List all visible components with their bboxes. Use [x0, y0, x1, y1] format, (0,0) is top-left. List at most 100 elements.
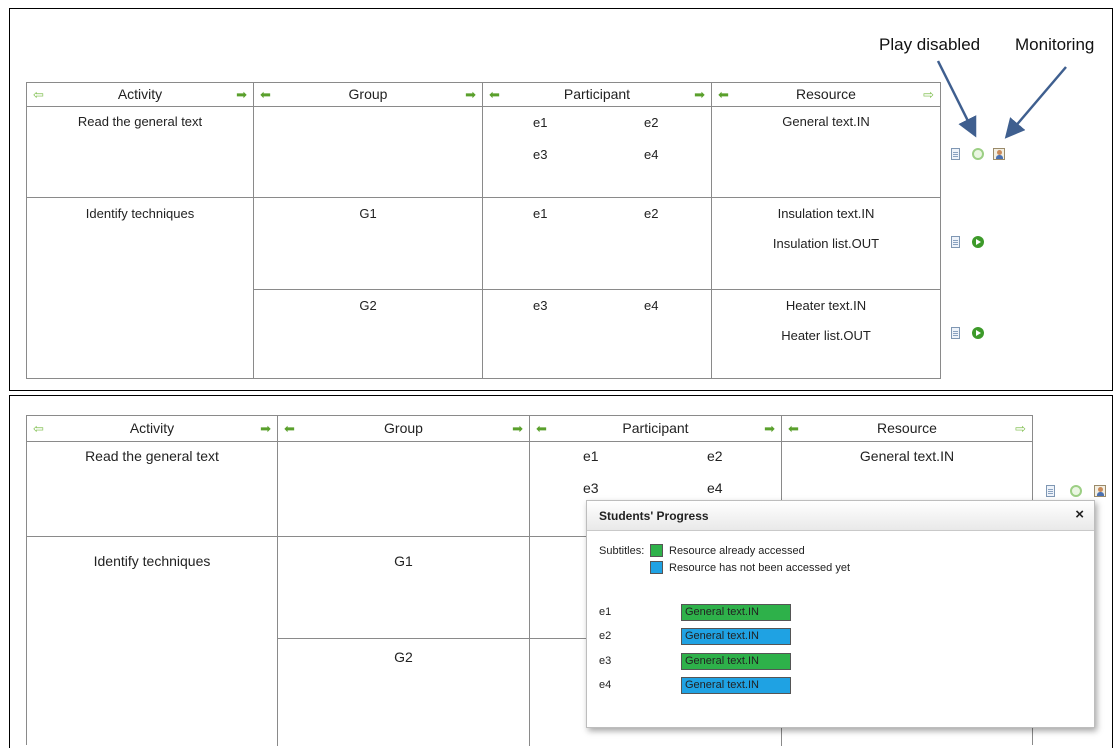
play-disabled-icon: [972, 148, 984, 160]
arrow-left-icon[interactable]: ⬅: [489, 83, 500, 106]
resource-name: Heater text.IN: [785, 298, 867, 313]
student-name: e2: [599, 630, 612, 642]
resource-status-bar[interactable]: General text.IN: [681, 677, 791, 694]
student-name: e1: [599, 606, 612, 618]
group-cell[interactable]: [254, 107, 483, 198]
header-activity: ⇦ Activity ➡: [27, 416, 278, 442]
participant-name: e3: [583, 480, 599, 496]
arrow-left-icon[interactable]: ⬅: [788, 416, 799, 441]
arrow-left-icon[interactable]: ⬅: [536, 416, 547, 441]
participant-name: e1: [533, 206, 548, 221]
arrow-right-icon[interactable]: ⇨: [923, 83, 934, 106]
monitoring-icon[interactable]: [1094, 485, 1106, 497]
arrow-right-icon[interactable]: ⇨: [1015, 416, 1026, 441]
group-cell[interactable]: G1: [254, 198, 483, 290]
header-resource: ⬅ Resource ⇨: [782, 416, 1032, 442]
header-group-label: Group: [384, 420, 423, 436]
arrow-right-icon[interactable]: ➡: [694, 83, 705, 106]
play-icon[interactable]: [972, 236, 984, 248]
participant-name: e2: [707, 448, 723, 464]
arrow-left-icon[interactable]: ⬅: [284, 416, 295, 441]
group-name: G1: [394, 553, 413, 569]
header-resource: ⬅ Resource ⇨: [712, 83, 940, 107]
play-icon[interactable]: [972, 327, 984, 339]
activity-cell[interactable]: Identify techniques: [27, 537, 278, 746]
resource-status-bar[interactable]: General text.IN: [681, 628, 791, 645]
top-activity-table: ⇦ Activity ➡ ⬅ Group ➡ ⬅ Participant ➡ ⬅…: [26, 82, 941, 379]
participant-name: e4: [644, 298, 659, 313]
legend-accessed-label: Resource already accessed: [669, 545, 805, 557]
group-cell[interactable]: G2: [278, 639, 530, 746]
resource-name: Insulation list.OUT: [772, 236, 880, 251]
arrow-right-icon[interactable]: ➡: [260, 416, 271, 441]
participant-name: e1: [533, 115, 548, 130]
document-icon[interactable]: [951, 236, 960, 248]
dialog-header: Students' Progress ×: [587, 501, 1094, 531]
activity-name: Identify techniques: [85, 206, 195, 221]
arrow-left-icon[interactable]: ⇦: [33, 416, 44, 441]
legend-label: Subtitles:: [599, 545, 645, 557]
resource-name: Heater list.OUT: [781, 328, 871, 343]
participant-cell[interactable]: e1 e2 e3 e4: [483, 107, 712, 198]
resource-status-bar[interactable]: General text.IN: [681, 604, 791, 621]
participant-name: e3: [533, 298, 548, 313]
resource-name: General text.IN: [859, 448, 955, 464]
group-name: G2: [394, 649, 413, 665]
arrow-left-icon[interactable]: ⇦: [33, 83, 44, 106]
participant-cell[interactable]: e1 e2: [483, 198, 712, 290]
legend-not-accessed-label: Resource has not been accessed yet: [669, 562, 851, 574]
group-cell[interactable]: G1: [278, 537, 530, 639]
dialog-title: Students' Progress: [599, 509, 709, 523]
arrow-right-icon[interactable]: ➡: [512, 416, 523, 441]
group-name: G1: [359, 206, 377, 221]
resource-name: General text.IN: [782, 114, 870, 129]
participant-name: e3: [533, 147, 548, 162]
resource-name: Insulation text.IN: [777, 206, 875, 221]
header-activity-label: Activity: [129, 420, 175, 436]
activity-cell[interactable]: Identify techniques: [27, 198, 254, 378]
arrow-right-icon[interactable]: ➡: [236, 83, 247, 106]
activity-name: Read the general text: [77, 114, 203, 129]
activity-cell[interactable]: Read the general text: [27, 442, 278, 537]
activity-name: Identify techniques: [93, 553, 211, 569]
legend-accessed-swatch: [650, 544, 663, 557]
header-resource-label: Resource: [877, 420, 937, 436]
header-participant-label: Participant: [563, 86, 631, 102]
bottom-panel: ⇦ Activity ➡ ⬅ Group ➡ ⬅ Participant ➡ ⬅…: [9, 395, 1113, 748]
participant-name: e1: [583, 448, 599, 464]
document-icon[interactable]: [951, 148, 960, 160]
arrow-right-icon[interactable]: ➡: [764, 416, 775, 441]
play-disabled-arrow: [936, 60, 977, 138]
header-participant-label: Participant: [622, 420, 689, 436]
header-group: ⬅ Group ➡: [254, 83, 483, 107]
activity-name: Read the general text: [85, 448, 219, 464]
student-name: e4: [599, 679, 612, 691]
arrow-left-icon[interactable]: ⬅: [718, 83, 729, 106]
header-participant: ⬅ Participant ➡: [483, 83, 712, 107]
close-icon[interactable]: ×: [1075, 506, 1084, 523]
document-icon[interactable]: [951, 327, 960, 339]
arrow-right-icon[interactable]: ➡: [465, 83, 476, 106]
header-activity: ⇦ Activity ➡: [27, 83, 254, 107]
participant-cell[interactable]: e3 e4: [483, 290, 712, 378]
participant-name: e4: [644, 147, 659, 162]
resource-cell[interactable]: General text.IN: [712, 107, 940, 198]
header-group: ⬅ Group ➡: [278, 416, 530, 442]
group-cell[interactable]: [278, 442, 530, 537]
participant-name: e2: [644, 206, 659, 221]
arrow-left-icon[interactable]: ⬅: [260, 83, 271, 106]
activity-cell[interactable]: Read the general text: [27, 107, 254, 198]
document-icon[interactable]: [1046, 485, 1055, 497]
resource-status-bar[interactable]: General text.IN: [681, 653, 791, 670]
legend-not-accessed-swatch: [650, 561, 663, 574]
students-progress-dialog: Students' Progress × Subtitles: Resource…: [586, 500, 1095, 728]
header-participant: ⬅ Participant ➡: [530, 416, 782, 442]
top-panel: Play disabled Monitoring ⇦ Activity ➡ ⬅ …: [9, 8, 1113, 391]
resource-cell[interactable]: Heater text.IN Heater list.OUT: [712, 290, 940, 378]
monitoring-arrow: [1004, 66, 1067, 139]
resource-cell[interactable]: Insulation text.IN Insulation list.OUT: [712, 198, 940, 290]
monitoring-icon[interactable]: [993, 148, 1005, 160]
group-cell[interactable]: G2: [254, 290, 483, 378]
participant-name: e4: [707, 480, 723, 496]
header-group-label: Group: [348, 86, 388, 102]
